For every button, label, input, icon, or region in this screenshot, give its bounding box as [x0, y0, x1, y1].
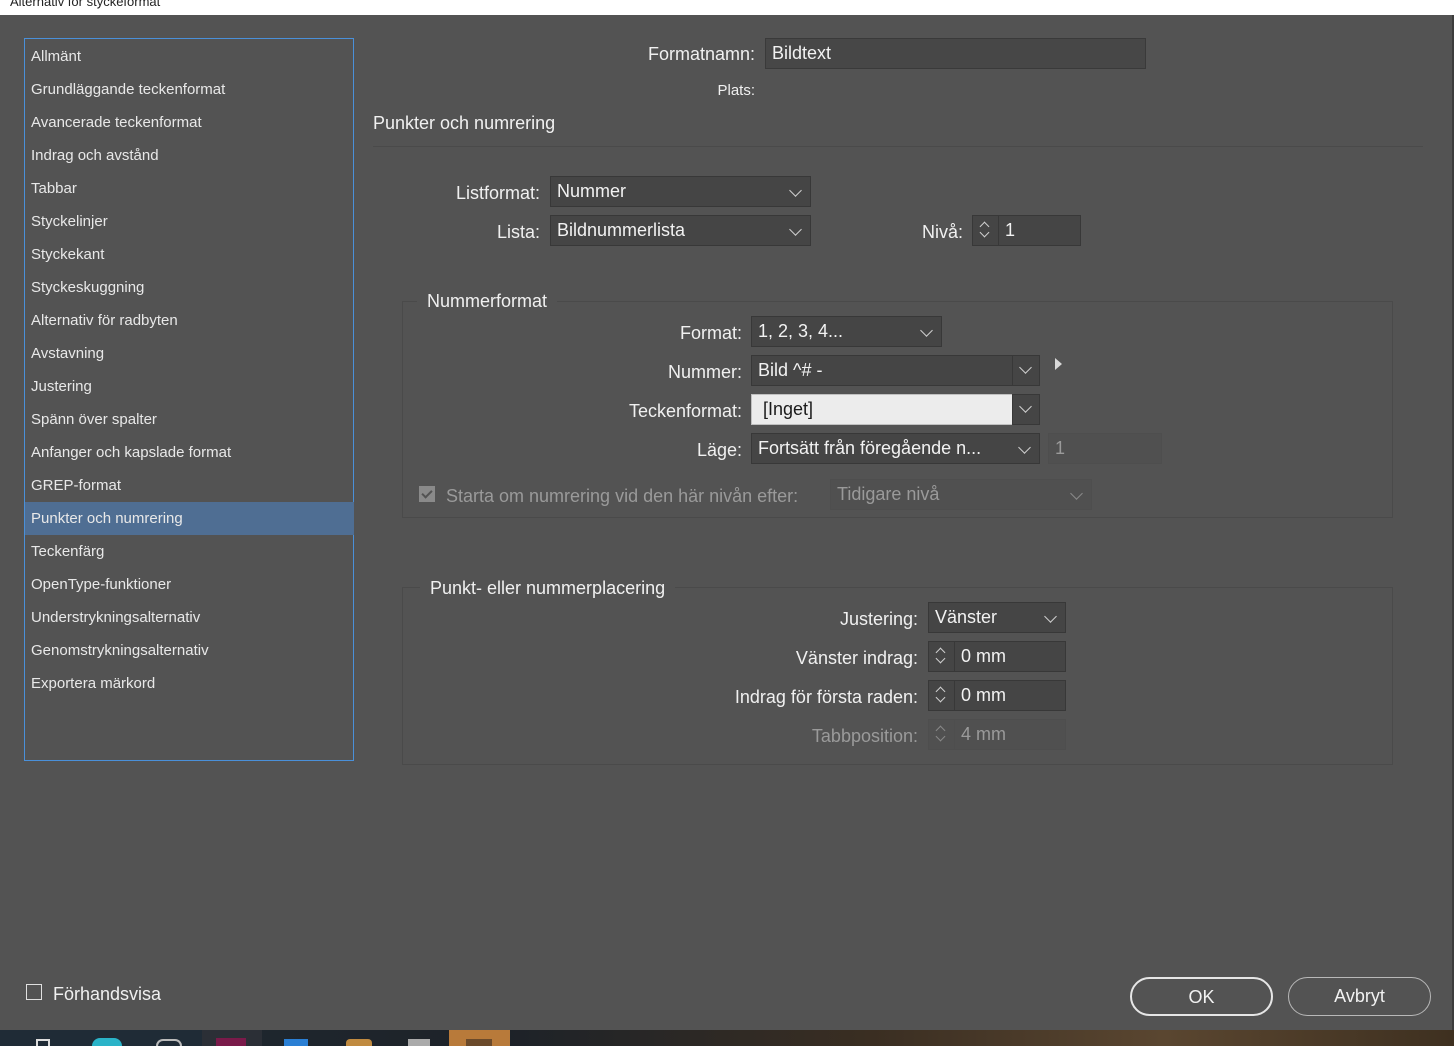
sidebar-item[interactable]: Tabbar [25, 172, 354, 205]
chevron-down-icon [1044, 610, 1057, 623]
window-title-bar: Alternativ för styckeformat [0, 0, 1454, 15]
indesign-icon [216, 1038, 246, 1046]
category-sidebar: Allmänt Grundläggande teckenformat Avancer… [24, 38, 354, 761]
alignment-value: Vänster [935, 607, 998, 627]
sidebar-item[interactable]: Grundläggande teckenformat [25, 73, 354, 106]
app-icon[interactable] [284, 1039, 308, 1046]
level-stepper[interactable] [972, 215, 999, 246]
chevron-down-icon [1018, 441, 1031, 454]
app-icon[interactable] [408, 1039, 430, 1046]
chevron-down-icon [1019, 361, 1032, 374]
number-label: Nummer: [667, 362, 742, 382]
section-divider [373, 146, 1423, 147]
list-label: Lista: [496, 222, 540, 242]
alignment-label: Justering: [839, 609, 918, 629]
style-name-input[interactable]: Bildtext [765, 38, 1146, 69]
sidebar-item[interactable]: Justering [25, 370, 354, 403]
char-style-dropdown[interactable]: [Inget] [751, 394, 1013, 425]
sidebar-item[interactable]: Spänn över spalter [25, 403, 354, 436]
style-name-label: Formatnamn: [647, 44, 755, 64]
app-icon [466, 1039, 492, 1046]
sidebar-item[interactable]: Styckekant [25, 238, 354, 271]
stepper-down-icon[interactable] [935, 692, 946, 703]
chrome-icon[interactable] [156, 1039, 182, 1046]
sidebar-item[interactable]: GREP-format [25, 469, 354, 502]
first-line-indent-stepper[interactable] [928, 680, 955, 711]
ok-button[interactable]: OK [1130, 977, 1273, 1016]
level-input[interactable]: 1 [998, 215, 1081, 246]
stepper-down-icon[interactable] [979, 227, 990, 238]
taskbar [0, 1030, 1454, 1046]
list-value: Bildnummerlista [557, 220, 686, 240]
restart-level-value: Tidigare nivå [837, 484, 940, 504]
stepper-down-icon[interactable] [935, 653, 946, 664]
section-title: Punkter och numrering [373, 113, 556, 133]
tab-position-label: Tabbposition: [811, 726, 918, 746]
sidebar-item[interactable]: Alternativ för radbyten [25, 304, 354, 337]
sidebar-item[interactable]: Allmänt [25, 40, 354, 73]
chevron-down-icon [1070, 487, 1083, 500]
level-label: Nivå: [921, 222, 963, 242]
chevron-down-icon [789, 223, 802, 236]
mode-dropdown[interactable]: Fortsätt från föregående n... [751, 433, 1040, 464]
restart-numbering-checkbox[interactable] [419, 486, 435, 502]
sidebar-item[interactable]: OpenType-funktioner [25, 568, 354, 601]
chevron-down-icon [789, 184, 802, 197]
list-dropdown[interactable]: Bildnummerlista [550, 215, 811, 246]
tab-position-input[interactable]: 4 mm [954, 719, 1066, 750]
format-value: 1, 2, 3, 4... [758, 321, 844, 341]
sidebar-item[interactable]: Anfanger och kapslade format [25, 436, 354, 469]
file-explorer-icon[interactable] [36, 1039, 50, 1046]
format-label: Format: [679, 323, 742, 343]
chevron-down-icon [1019, 400, 1032, 413]
left-indent-input[interactable]: 0 mm [954, 641, 1066, 672]
sidebar-item[interactable]: Styckeskuggning [25, 271, 354, 304]
restart-numbering-label: Starta om numrering vid den här nivån ef… [446, 486, 799, 506]
location-label: Plats: [717, 82, 755, 99]
alignment-dropdown[interactable]: Vänster [928, 602, 1066, 633]
mode-value: Fortsätt från föregående n... [758, 438, 982, 458]
number-dropdown-button[interactable] [1012, 355, 1040, 386]
sidebar-item[interactable]: Teckenfärg [25, 535, 354, 568]
mode-label: Läge: [696, 440, 742, 460]
list-type-label: Listformat: [455, 183, 540, 203]
cancel-button[interactable]: Avbryt [1288, 977, 1431, 1016]
stepper-down-icon[interactable] [935, 731, 946, 742]
number-input[interactable]: Bild ^# - [751, 355, 1013, 386]
window-title: Alternativ för styckeformat [10, 0, 161, 9]
sidebar-item[interactable]: Genomstrykningsalternativ [25, 634, 354, 667]
app-icon[interactable] [346, 1039, 372, 1046]
left-indent-label: Vänster indrag: [795, 648, 918, 668]
position-title: Punkt- eller nummerplacering [420, 578, 676, 599]
preview-checkbox[interactable] [26, 984, 42, 1000]
sidebar-item[interactable]: Exportera märkord [25, 667, 354, 700]
sidebar-item[interactable]: Understrykningsalternativ [25, 601, 354, 634]
sidebar-item[interactable]: Avstavning [25, 337, 354, 370]
chevron-down-icon [920, 324, 933, 337]
browser-icon[interactable] [92, 1038, 122, 1046]
sidebar-item[interactable]: Punkter och numrering [25, 502, 354, 535]
preview-label: Förhandsvisa [53, 984, 162, 1004]
insert-special-character-icon[interactable] [1055, 358, 1062, 370]
list-type-dropdown[interactable]: Nummer [550, 176, 811, 207]
first-line-indent-label: Indrag för första raden: [734, 687, 918, 707]
numbering-style-title: Nummerformat [417, 291, 558, 312]
tab-position-stepper[interactable] [928, 719, 955, 750]
list-type-value: Nummer [557, 181, 627, 201]
char-style-dropdown-button[interactable] [1012, 394, 1040, 425]
restart-level-dropdown[interactable]: Tidigare nivå [830, 479, 1092, 510]
sidebar-item[interactable]: Indrag och avstånd [25, 139, 354, 172]
left-indent-stepper[interactable] [928, 641, 955, 672]
char-style-label: Teckenformat: [628, 401, 742, 421]
sidebar-item[interactable]: Avancerade teckenformat [25, 106, 354, 139]
mode-start-input[interactable]: 1 [1048, 433, 1162, 464]
format-dropdown[interactable]: 1, 2, 3, 4... [751, 316, 942, 347]
first-line-indent-input[interactable]: 0 mm [954, 680, 1066, 711]
sidebar-item[interactable]: Styckelinjer [25, 205, 354, 238]
